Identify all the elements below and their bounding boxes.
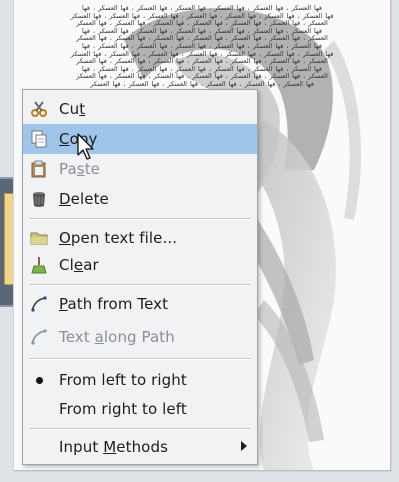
menu-item-label: Paste [59, 160, 100, 178]
menu-item-label: Cut [59, 100, 86, 118]
menu-item-label: Delete [59, 190, 109, 208]
menu-separator [29, 358, 251, 360]
menu-item-label: Path from Text [59, 295, 169, 313]
text-line: فها العسكر ، فها العسكر ، فها العسكر ، ف… [90, 80, 314, 88]
text-line: فها العسكر ، فها العسكر ، فها العسكر ، ف… [82, 27, 322, 35]
menu-item-right-to-left[interactable]: From right to left [23, 394, 257, 424]
paste-icon [29, 159, 49, 179]
side-panel-edge [0, 177, 14, 307]
text-line: العسكر ، فها العسكر ، فها العسكر ، فها ا… [76, 35, 328, 43]
text-line: العسكر ، فها العسكر ، فها العسكر ، فها ا… [76, 73, 328, 81]
menu-item-open-text-file[interactable]: Open text file... [23, 223, 257, 253]
radio-empty-icon [29, 399, 49, 419]
broom-icon [29, 255, 49, 275]
path-icon [29, 294, 49, 314]
radio-bullet-icon [29, 370, 49, 390]
menu-separator [29, 218, 251, 220]
menu-item-label: From left to right [59, 371, 187, 389]
menu-item-path-from-text[interactable]: Path from Text [23, 289, 257, 319]
path-icon [29, 327, 49, 347]
scissors-icon [29, 99, 49, 119]
menu-item-label: Clear [59, 256, 99, 274]
text-line: فها العسكر ، فها العسكر ، فها العسكر ، ف… [70, 12, 334, 20]
mouse-pointer-icon [77, 133, 94, 160]
side-panel-highlight [4, 193, 14, 285]
menu-item-paste[interactable]: Paste [23, 154, 257, 184]
menu-item-delete[interactable]: Delete [23, 184, 257, 214]
submenu-arrow-icon [241, 441, 247, 451]
context-menu: Cut Copy Paste Delete Open text file... … [22, 89, 258, 465]
menu-item-text-along-path[interactable]: Text along Path [23, 322, 257, 352]
menu-item-label: Open text file... [59, 229, 178, 247]
menu-item-input-methods[interactable]: Input Methods [23, 432, 257, 462]
menu-item-left-to-right[interactable]: From left to right [23, 365, 257, 395]
text-line: فها العسكر ، فها العسكر ، فها العسكر ، ف… [70, 50, 334, 58]
copy-icon [29, 129, 49, 149]
text-line: فها العسكر ، فها العسكر ، فها العسكر ، ف… [82, 42, 322, 50]
menu-item-cut[interactable]: Cut [23, 94, 257, 124]
menu-item-label: Text along Path [59, 328, 175, 346]
text-line: فها العسكر ، فها العسكر ، فها العسكر ، ف… [82, 65, 322, 73]
text-line: العسكر ، فها العسكر ، فها العسكر ، فها ا… [76, 20, 328, 28]
arabic-text-block: فها العسكر ، فها العسكر ، فها العسكر ، ف… [26, 5, 378, 89]
menu-separator [29, 428, 251, 430]
text-line: العسكر ، فها العسكر ، فها العسكر ، فها ا… [76, 58, 328, 66]
menu-item-label: Input Methods [59, 438, 168, 456]
folder-icon [29, 228, 49, 248]
blank-icon [29, 437, 49, 457]
menu-separator [29, 284, 251, 286]
trash-icon [29, 189, 49, 209]
menu-item-clear[interactable]: Clear [23, 250, 257, 280]
menu-item-label: From right to left [59, 400, 187, 418]
text-line: فها العسكر ، فها العسكر ، فها العسكر ، ف… [82, 5, 322, 12]
menu-item-copy[interactable]: Copy [23, 124, 257, 154]
